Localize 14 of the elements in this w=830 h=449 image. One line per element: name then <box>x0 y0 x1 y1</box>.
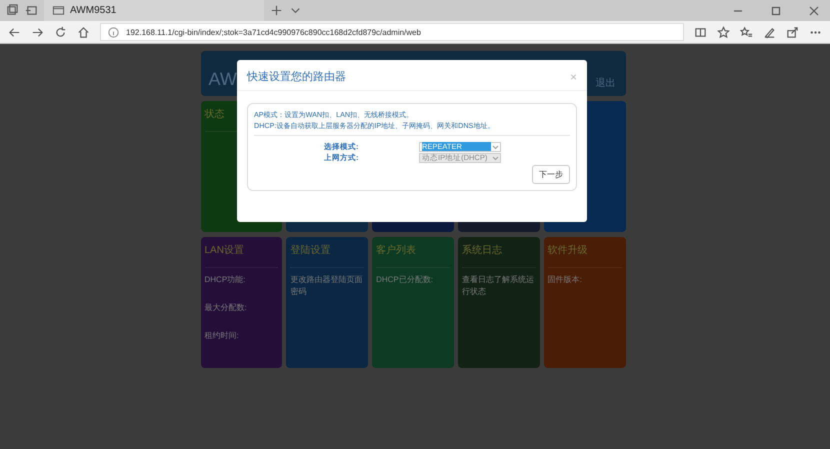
logo-text: AW <box>208 69 237 90</box>
card-text: DHCP已分配数: <box>376 274 434 286</box>
card-text: 查看日志了解系统运行状态 <box>462 274 535 298</box>
card-title: 客户列表 <box>376 243 450 268</box>
card-text: DHCP功能: <box>204 274 246 286</box>
card-title: 系统日志 <box>462 243 536 268</box>
card-title: LAN设置 <box>204 243 278 268</box>
card-text: 固件版本: <box>548 274 583 286</box>
card-text: 更改路由器登陆页面密码 <box>290 274 364 298</box>
card-text: 租约时间: <box>204 330 240 342</box>
card-title: 登陆设置 <box>290 243 364 268</box>
card-title: 软件升级 <box>548 243 622 268</box>
card-text: 最大分配数: <box>204 302 248 314</box>
dialog-title: 快速设置您的路由器 <box>247 70 346 84</box>
